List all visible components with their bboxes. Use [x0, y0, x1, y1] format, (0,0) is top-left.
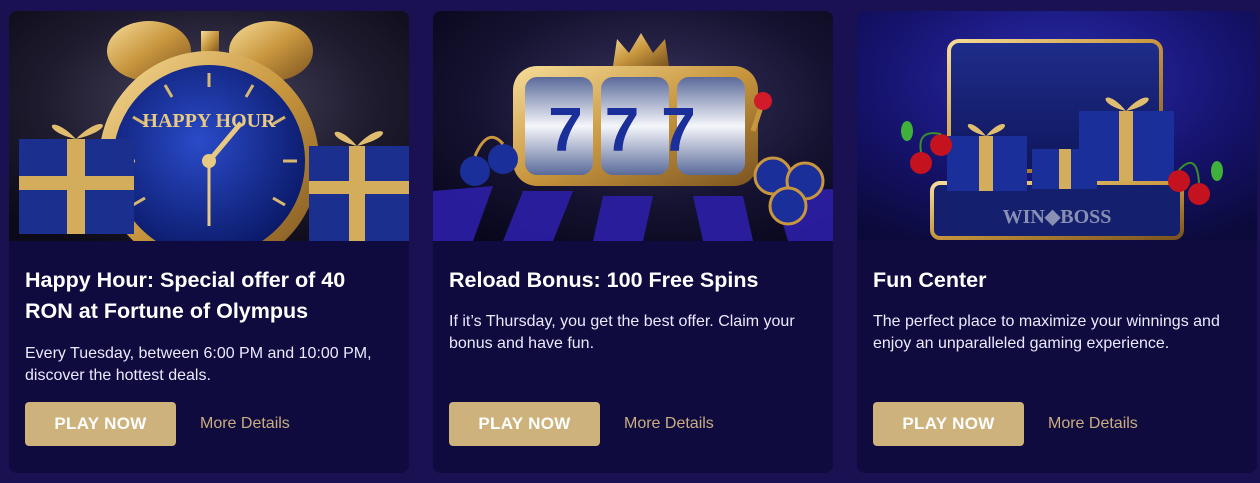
- slot-reels-777-image[interactable]: 777: [433, 11, 833, 241]
- winboss-chest-text: WIN◆BOSS: [1003, 206, 1112, 228]
- promo-title: Reload Bonus: 100 Free Spins: [449, 268, 759, 292]
- promo-card-fun-center: WIN◆BOSS Fun Center The perfect place to…: [857, 11, 1257, 473]
- promotions-row: HAPPY HOUR Happy Hour: Special offer of …: [0, 0, 1260, 483]
- promo-description: Every Tuesday, between 6:00 PM and 10:00…: [25, 345, 372, 384]
- promo-card-happy-hour: HAPPY HOUR Happy Hour: Special offer of …: [9, 11, 409, 473]
- happy-hour-image-text: HAPPY HOUR: [142, 110, 276, 132]
- gift-chest-image[interactable]: WIN◆BOSS: [857, 11, 1257, 241]
- more-details-link[interactable]: More Details: [1048, 414, 1138, 434]
- slot-777-text: 777: [548, 96, 717, 165]
- promo-card-reload-bonus: 777 Reload Bonus: 100 Free Spins If it’s…: [433, 11, 833, 473]
- promo-description: The perfect place to maximize your winni…: [873, 313, 1220, 352]
- promo-title: Happy Hour: Special offer of 40 RON at F…: [25, 268, 346, 323]
- more-details-link[interactable]: More Details: [624, 414, 714, 434]
- happy-hour-clock-image[interactable]: HAPPY HOUR: [9, 11, 409, 241]
- play-now-button[interactable]: PLAY NOW: [25, 402, 176, 446]
- promo-title: Fun Center: [873, 268, 987, 292]
- play-now-button[interactable]: PLAY NOW: [873, 402, 1024, 446]
- more-details-link[interactable]: More Details: [200, 414, 290, 434]
- play-now-button[interactable]: PLAY NOW: [449, 402, 600, 446]
- promo-description: If it’s Thursday, you get the best offer…: [449, 313, 795, 352]
